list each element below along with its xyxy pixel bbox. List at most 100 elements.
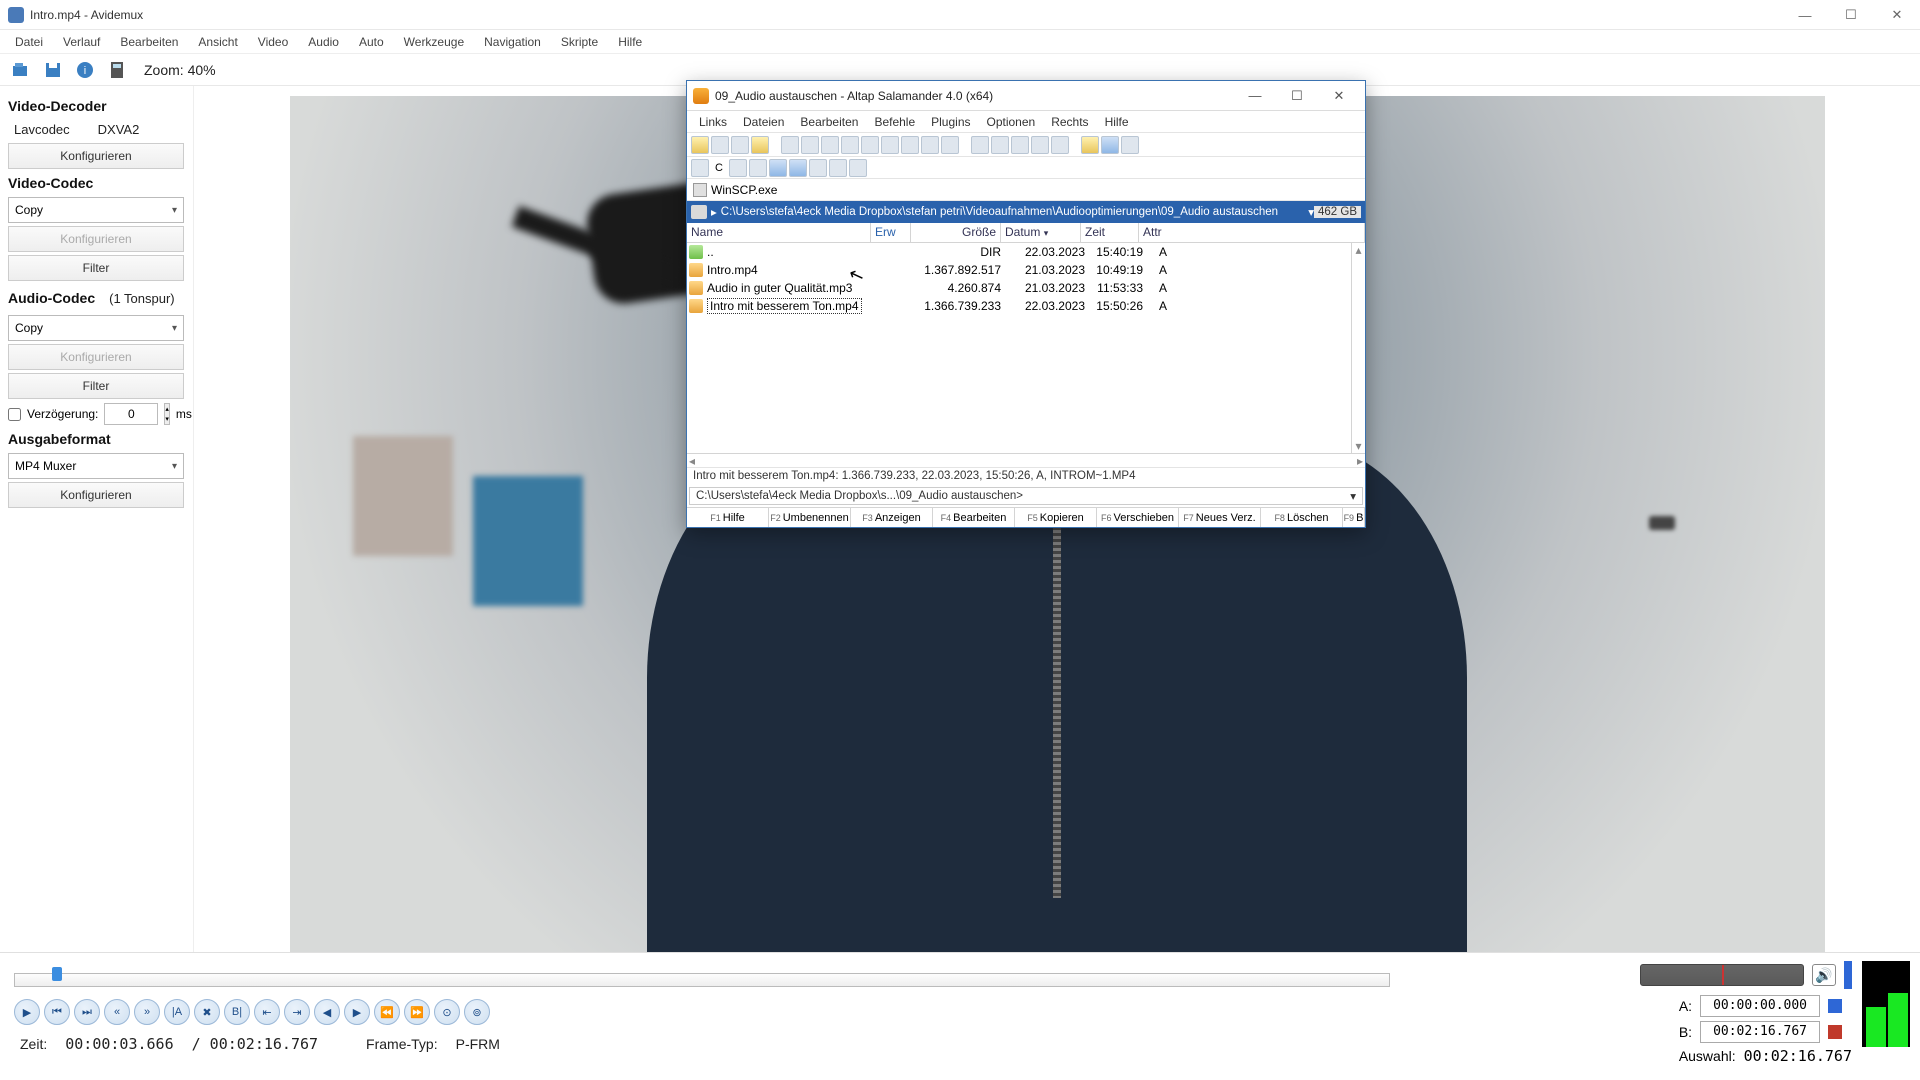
fm-minimize-button[interactable]: —: [1235, 84, 1275, 108]
fm-column-headers[interactable]: Name Erw Größe Datum ▾ Zeit Attr: [687, 223, 1365, 243]
col-time[interactable]: Zeit: [1081, 223, 1139, 242]
fk-kopieren[interactable]: F5Kopieren: [1015, 508, 1097, 527]
maximize-button[interactable]: ☐: [1828, 0, 1874, 30]
fm-folder-icon[interactable]: [691, 136, 709, 154]
fm-drive-letter[interactable]: C: [711, 162, 727, 174]
fm-menu-bearbeiten[interactable]: Bearbeiten: [792, 113, 866, 131]
fm-tool-icon[interactable]: [829, 159, 847, 177]
mark-a-button[interactable]: |A: [164, 999, 190, 1025]
fm-menu-links[interactable]: Links: [691, 113, 735, 131]
vcodec-configure-button[interactable]: Konfigurieren: [8, 226, 184, 252]
acodec-dropdown[interactable]: Copy ▾: [8, 315, 184, 341]
fm-tool-icon[interactable]: [749, 159, 767, 177]
col-date[interactable]: Datum ▾: [1001, 223, 1081, 242]
fm-tool-icon[interactable]: [1121, 136, 1139, 154]
fm-tool-icon[interactable]: [809, 159, 827, 177]
info-icon[interactable]: i: [74, 59, 96, 81]
acodec-filter-button[interactable]: Filter: [8, 373, 184, 399]
goto-marker-button[interactable]: ⊚: [464, 999, 490, 1025]
fm-drive-icon[interactable]: [691, 159, 709, 177]
next-button[interactable]: ⏭: [74, 999, 100, 1025]
next-keyframe-button[interactable]: ⇥: [284, 999, 310, 1025]
fm-tool-icon[interactable]: [971, 136, 989, 154]
menu-audio[interactable]: Audio: [299, 33, 348, 51]
col-size[interactable]: Größe: [911, 223, 1001, 242]
fm-tool-icon[interactable]: [1101, 136, 1119, 154]
fk-verschieben[interactable]: F6Verschieben: [1097, 508, 1179, 527]
last-frame-button[interactable]: ⏩: [404, 999, 430, 1025]
menu-hilfe[interactable]: Hilfe: [609, 33, 651, 51]
fm-menu-plugins[interactable]: Plugins: [923, 113, 978, 131]
menu-skripte[interactable]: Skripte: [552, 33, 607, 51]
fm-tool-icon[interactable]: [1011, 136, 1029, 154]
col-name[interactable]: Name: [687, 223, 871, 242]
decoder-configure-button[interactable]: Konfigurieren: [8, 143, 184, 169]
menu-auto[interactable]: Auto: [350, 33, 393, 51]
open-file-icon[interactable]: [10, 59, 32, 81]
timeline-track[interactable]: [14, 973, 1390, 987]
prev-black-button[interactable]: ◀: [314, 999, 340, 1025]
play-button[interactable]: ▶: [14, 999, 40, 1025]
menu-ansicht[interactable]: Ansicht: [189, 33, 246, 51]
fm-quick-item[interactable]: WinSCP.exe: [711, 183, 777, 197]
delay-checkbox[interactable]: [8, 408, 21, 421]
fm-command-line[interactable]: C:\Users\stefa\4eck Media Dropbox\s...\0…: [689, 487, 1363, 505]
b-time-field[interactable]: 00:02:16.767: [1700, 1021, 1820, 1043]
fm-back-icon[interactable]: [711, 136, 729, 154]
menu-werkzeuge[interactable]: Werkzeuge: [395, 33, 473, 51]
fm-titlebar[interactable]: 09_Audio austauschen - Altap Salamander …: [687, 81, 1365, 111]
menu-navigation[interactable]: Navigation: [475, 33, 550, 51]
fm-tool-icon[interactable]: [1081, 136, 1099, 154]
col-attr[interactable]: Attr: [1139, 223, 1365, 242]
fm-menu-optionen[interactable]: Optionen: [979, 113, 1044, 131]
delay-input[interactable]: [104, 403, 158, 425]
menu-bearbeiten[interactable]: Bearbeiten: [111, 33, 187, 51]
close-button[interactable]: ✕: [1874, 0, 1920, 30]
menu-verlauf[interactable]: Verlauf: [54, 33, 109, 51]
mark-b-button[interactable]: B|: [224, 999, 250, 1025]
fm-horizontal-scrollbar[interactable]: ◂▸: [687, 453, 1365, 467]
vcodec-dropdown[interactable]: Copy ▾: [8, 197, 184, 223]
fm-tool-icon[interactable]: [729, 159, 747, 177]
menu-datei[interactable]: Datei: [6, 33, 52, 51]
acodec-configure-button[interactable]: Konfigurieren: [8, 344, 184, 370]
fm-tool-icon[interactable]: [789, 159, 807, 177]
fm-tool-icon[interactable]: [901, 136, 919, 154]
fm-vertical-scrollbar[interactable]: ▴▾: [1351, 243, 1365, 453]
vcodec-filter-button[interactable]: Filter: [8, 255, 184, 281]
fm-path-bar[interactable]: ▸ C:\Users\stefa\4eck Media Dropbox\stef…: [687, 201, 1365, 223]
forward-button[interactable]: »: [134, 999, 160, 1025]
fk-loeschen[interactable]: F8Löschen: [1261, 508, 1343, 527]
speaker-icon[interactable]: 🔊: [1812, 964, 1836, 986]
fm-tool-icon[interactable]: [1031, 136, 1049, 154]
fk-bearbeiten[interactable]: F4Bearbeiten: [933, 508, 1015, 527]
fk-hilfe[interactable]: F1Hilfe: [687, 508, 769, 527]
fm-folder-up-icon[interactable]: [751, 136, 769, 154]
a-time-field[interactable]: 00:00:00.000: [1700, 995, 1820, 1017]
fm-tool-icon[interactable]: [1051, 136, 1069, 154]
delete-button[interactable]: ✖: [194, 999, 220, 1025]
fm-file-list[interactable]: .. DIR 22.03.2023 15:40:19 A Intro.mp4 1…: [687, 243, 1365, 453]
fm-tool-icon[interactable]: [991, 136, 1009, 154]
goto-time-button[interactable]: ⊙: [434, 999, 460, 1025]
output-dropdown[interactable]: MP4 Muxer ▾: [8, 453, 184, 479]
fk-umbenennen[interactable]: F2Umbenennen: [769, 508, 851, 527]
fk-anzeigen[interactable]: F3Anzeigen: [851, 508, 933, 527]
playhead[interactable]: [52, 967, 62, 981]
fm-tool-icon[interactable]: [941, 136, 959, 154]
fm-tool-icon[interactable]: [861, 136, 879, 154]
fm-row-up[interactable]: .. DIR 22.03.2023 15:40:19 A: [687, 243, 1365, 261]
fm-refresh-icon[interactable]: [921, 136, 939, 154]
fk-extra[interactable]: F9B: [1343, 508, 1365, 527]
volume-bar[interactable]: [1844, 961, 1852, 989]
output-configure-button[interactable]: Konfigurieren: [8, 482, 184, 508]
prev-keyframe-button[interactable]: ⇤: [254, 999, 280, 1025]
fm-tool-icon[interactable]: [849, 159, 867, 177]
delay-spinner[interactable]: ▴▾: [164, 403, 170, 425]
fm-tool-icon[interactable]: [781, 136, 799, 154]
save-file-icon[interactable]: [42, 59, 64, 81]
file-manager-window[interactable]: 09_Audio austauschen - Altap Salamander …: [686, 80, 1366, 528]
menu-video[interactable]: Video: [249, 33, 297, 51]
fm-tool-icon[interactable]: [881, 136, 899, 154]
prev-button[interactable]: ⏮: [44, 999, 70, 1025]
